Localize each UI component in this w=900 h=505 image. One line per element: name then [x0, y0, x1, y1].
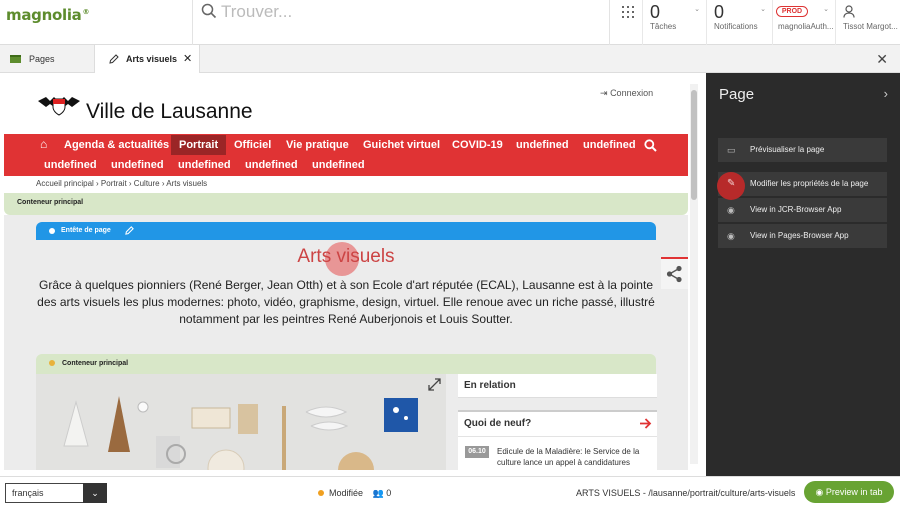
nav-item-guichet[interactable]: Guichet virtuel	[363, 135, 440, 155]
action-preview-page[interactable]: ▭ Prévisualiser la page	[718, 138, 887, 162]
chevron-down-icon[interactable]: ⌄	[83, 483, 107, 503]
page-header-component-bar[interactable]: Entête de page	[36, 222, 656, 240]
tasks-counter[interactable]: 0 Tâches ⌄	[642, 0, 706, 45]
pencil-icon	[109, 54, 119, 64]
panel-title: Page	[719, 86, 755, 103]
nav-item-undefined[interactable]: undefined	[516, 135, 569, 155]
share-icon	[666, 265, 682, 283]
nav-item-undefined[interactable]: undefined	[312, 155, 365, 175]
chevron-down-icon: ⌄	[823, 6, 829, 13]
page-path: ARTS VISUELS - /lausanne/portrait/cultur…	[576, 488, 796, 498]
news-date: 06.10	[465, 446, 489, 458]
page-title[interactable]: Arts visuels	[36, 246, 656, 268]
news-heading[interactable]: Quoi de neuf?	[458, 410, 657, 436]
tab-pages[interactable]: Pages	[0, 45, 94, 73]
tab-bar: Pages Arts visuels ✕ ✕	[0, 45, 900, 73]
search-icon[interactable]	[644, 139, 657, 152]
lead-paragraph[interactable]: Grâce à quelques pionniers (René Berger,…	[36, 277, 656, 328]
nav-item-agenda[interactable]: Agenda & actualités	[64, 135, 169, 155]
page-actions-panel: Page › ▭ Prévisualiser la page ✎ Modifie…	[706, 73, 900, 476]
prod-badge: PROD	[776, 6, 808, 17]
lausanne-crest-logo	[36, 95, 82, 117]
close-tab-icon[interactable]: ✕	[183, 45, 192, 73]
news-text: Edicule de la Maladière: le Service de l…	[497, 447, 640, 467]
eye-icon: ◉	[727, 205, 735, 215]
arts-objects-image	[36, 374, 446, 470]
user-menu[interactable]: Tissot Margot...	[835, 0, 900, 45]
nav-item-undefined[interactable]: undefined	[44, 155, 97, 175]
home-icon[interactable]: ⌂	[40, 137, 47, 151]
search-icon	[201, 3, 217, 19]
modified-status-dot	[318, 490, 324, 496]
expand-icon[interactable]	[428, 378, 441, 391]
tab-arts-visuels[interactable]: Arts visuels ✕	[94, 45, 200, 73]
chevron-down-icon: ⌄	[760, 6, 766, 13]
nav-item-undefined[interactable]: undefined	[583, 135, 636, 155]
pages-app-icon	[10, 55, 21, 63]
action-view-jcr-browser[interactable]: ◉ View in JCR-Browser App	[718, 198, 887, 222]
app-launcher-icon[interactable]	[612, 0, 642, 45]
preview-in-tab-button[interactable]: ◉ Preview in tab	[804, 481, 894, 503]
share-button[interactable]	[661, 257, 688, 289]
nav-item-covid[interactable]: COVID-19	[452, 135, 503, 155]
search-input[interactable]: Trouver...	[221, 2, 292, 22]
users-icon: 👥	[372, 488, 384, 498]
login-link[interactable]: ⇥ Connexion	[600, 88, 653, 99]
chevron-down-icon: ⌄	[694, 6, 700, 13]
page-status: Modifiée 👥 0	[318, 488, 391, 499]
news-item[interactable]: 06.10 Edicule de la Maladière: le Servic…	[458, 436, 657, 470]
scrollbar-thumb[interactable]	[691, 90, 697, 200]
eye-icon: ◉	[727, 231, 735, 241]
status-dot	[49, 228, 55, 234]
status-dot	[49, 360, 55, 366]
main-navigation: ⌂ Agenda & actualités Portrait Officiel …	[4, 134, 688, 176]
top-bar: magnolia® Trouver... 0 Tâches ⌄ 0 Notifi…	[0, 0, 900, 45]
search-box[interactable]: Trouver...	[192, 0, 610, 45]
action-view-pages-browser[interactable]: ◉ View in Pages-Browser App	[718, 224, 887, 248]
main-container-bar[interactable]: Conteneur principal	[36, 354, 656, 374]
eye-icon: ◉	[815, 487, 824, 497]
pencil-icon[interactable]	[125, 226, 134, 235]
related-heading: En relation	[458, 374, 657, 398]
tag-icon: ▭	[727, 145, 736, 155]
notifications-counter[interactable]: 0 Notifications ⌄	[706, 0, 772, 45]
nav-item-undefined[interactable]: undefined	[245, 155, 298, 175]
magnolia-logo[interactable]: magnolia®	[6, 6, 89, 24]
nav-item-undefined[interactable]: undefined	[111, 155, 164, 175]
main-container-area[interactable]: Conteneur principal	[4, 193, 688, 215]
close-app-icon[interactable]: ✕	[876, 51, 888, 68]
nav-item-officiel[interactable]: Officiel	[234, 135, 271, 155]
site-title[interactable]: Ville de Lausanne	[86, 100, 253, 124]
login-icon: ⇥	[600, 88, 608, 98]
preview-scrollbar[interactable]	[690, 84, 698, 464]
user-icon	[843, 5, 855, 18]
nav-item-vie-pratique[interactable]: Vie pratique	[286, 135, 349, 155]
nav-item-portrait[interactable]: Portrait	[171, 135, 227, 155]
chevron-right-icon[interactable]: ›	[884, 86, 888, 101]
breadcrumb[interactable]: Accueil principal › Portrait › Culture ›…	[36, 179, 207, 188]
nav-item-undefined[interactable]: undefined	[178, 155, 231, 175]
arrow-right-icon[interactable]	[639, 417, 652, 430]
pencil-icon: ✎	[727, 178, 736, 189]
